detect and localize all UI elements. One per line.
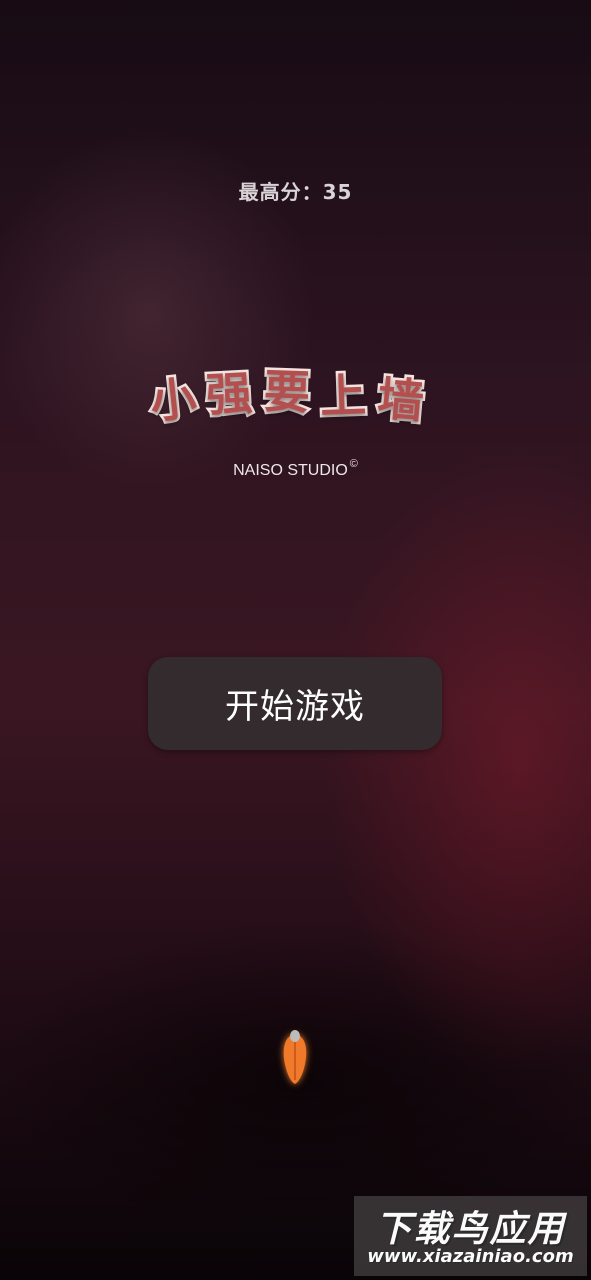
start-game-button[interactable]: 开始游戏 xyxy=(148,657,442,750)
title-char-4: 上 xyxy=(317,366,370,427)
start-game-label: 开始游戏 xyxy=(225,687,365,727)
studio-name: NAISO STUDIO xyxy=(233,462,348,479)
title-char-1: 小 xyxy=(145,368,201,432)
title-char-2: 强 xyxy=(202,363,256,424)
copyright-mark: © xyxy=(349,458,358,470)
roach-icon xyxy=(272,1024,318,1090)
studio-credit: NAISO STUDIO © xyxy=(0,458,591,480)
title-char-5: 墙 xyxy=(373,369,429,432)
best-score-value: 35 xyxy=(322,180,353,204)
best-score: 最高分：35 xyxy=(0,176,591,205)
watermark-url: www.xiazainiao.com xyxy=(367,1246,574,1267)
title-char-3: 要 xyxy=(260,362,313,423)
watermark-main-text: 下载鸟应用 xyxy=(375,1209,566,1250)
game-title-logo: 小 强 要 上 墙 xyxy=(145,356,441,432)
watermark-logo: 下载鸟应用 www.xiazainiao.com xyxy=(354,1196,587,1276)
game-start-screen: 最高分：35 小 强 要 上 墙 NAISO STUDIO © 开始游戏 下载鸟应… xyxy=(0,0,591,1280)
best-score-label: 最高分： xyxy=(238,180,323,204)
